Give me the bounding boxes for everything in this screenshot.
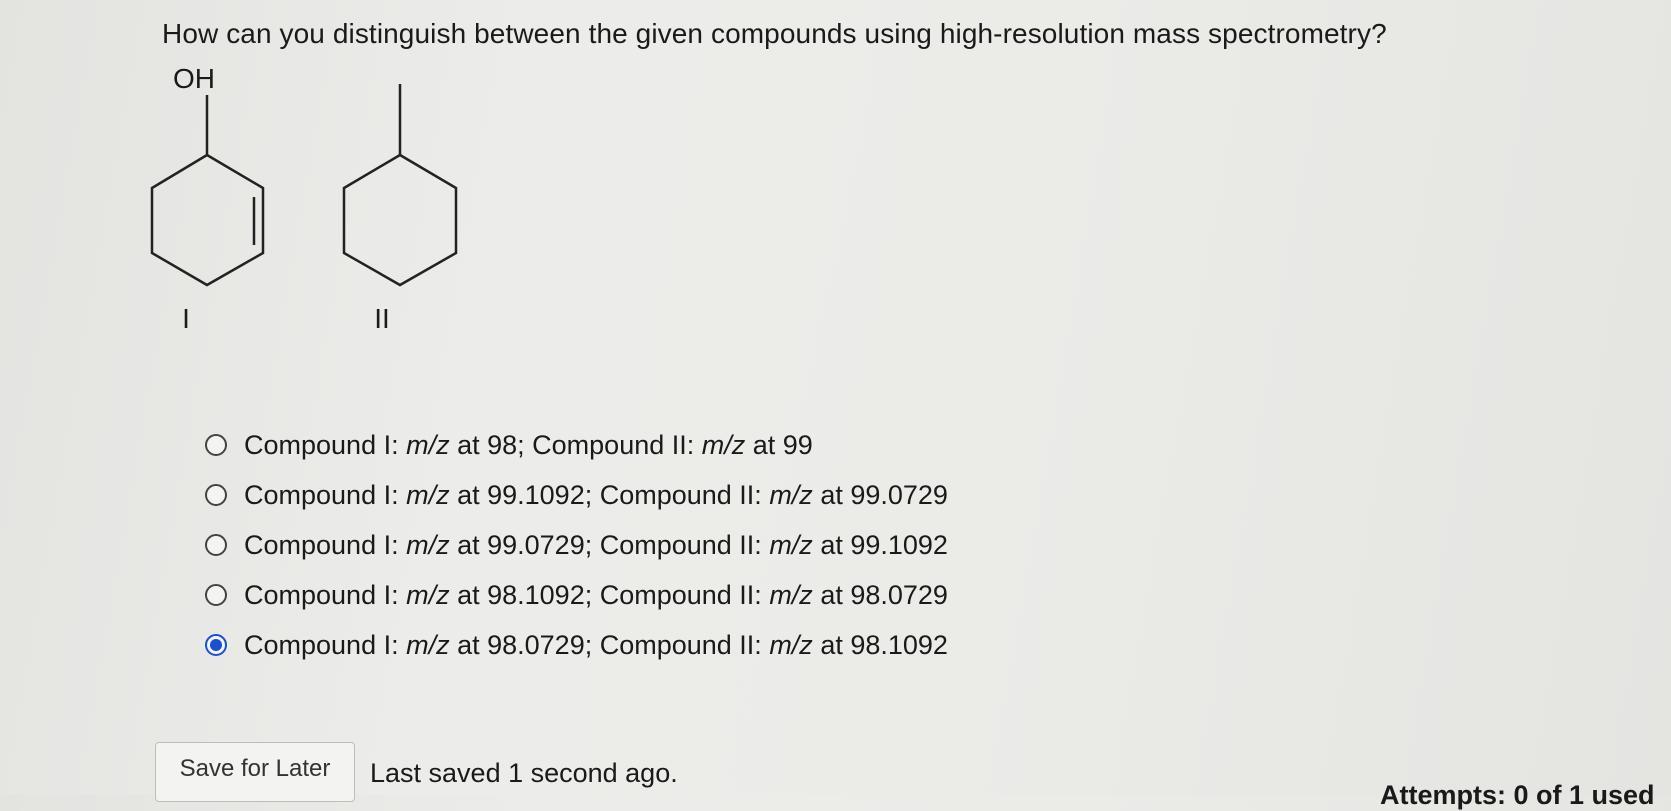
answer-option-4[interactable]: Compound I: m/z at 98.1092; Compound II:… bbox=[205, 570, 948, 620]
hydroxyl-label: OH bbox=[173, 63, 215, 94]
radio-button[interactable] bbox=[205, 534, 227, 556]
compound-2-label: II bbox=[374, 303, 390, 334]
attempts-counter: Attempts: 0 of 1 used bbox=[1380, 780, 1655, 810]
answer-option-1[interactable]: Compound I: m/z at 98; Compound II: m/z … bbox=[205, 420, 948, 470]
compound-1-structure bbox=[150, 95, 265, 287]
compound-1-label: I bbox=[182, 303, 190, 334]
question-text: How can you distinguish between the give… bbox=[162, 18, 1387, 49]
last-saved-status: Last saved 1 second ago. bbox=[370, 758, 678, 788]
radio-button[interactable] bbox=[205, 434, 227, 456]
radio-button[interactable] bbox=[205, 484, 227, 506]
answer-option-2[interactable]: Compound I: m/z at 99.1092; Compound II:… bbox=[205, 470, 948, 520]
save-for-later-button[interactable]: Save for Later bbox=[155, 742, 355, 802]
compound-2-structure bbox=[342, 84, 458, 287]
radio-button[interactable] bbox=[205, 584, 227, 606]
answer-option-5[interactable]: Compound I: m/z at 98.0729; Compound II:… bbox=[205, 620, 948, 670]
radio-button-selected[interactable] bbox=[205, 634, 227, 656]
chemical-structures: OH I II bbox=[150, 63, 458, 334]
answer-option-3[interactable]: Compound I: m/z at 99.0729; Compound II:… bbox=[205, 520, 948, 570]
answer-options: Compound I: m/z at 98; Compound II: m/z … bbox=[205, 420, 948, 670]
